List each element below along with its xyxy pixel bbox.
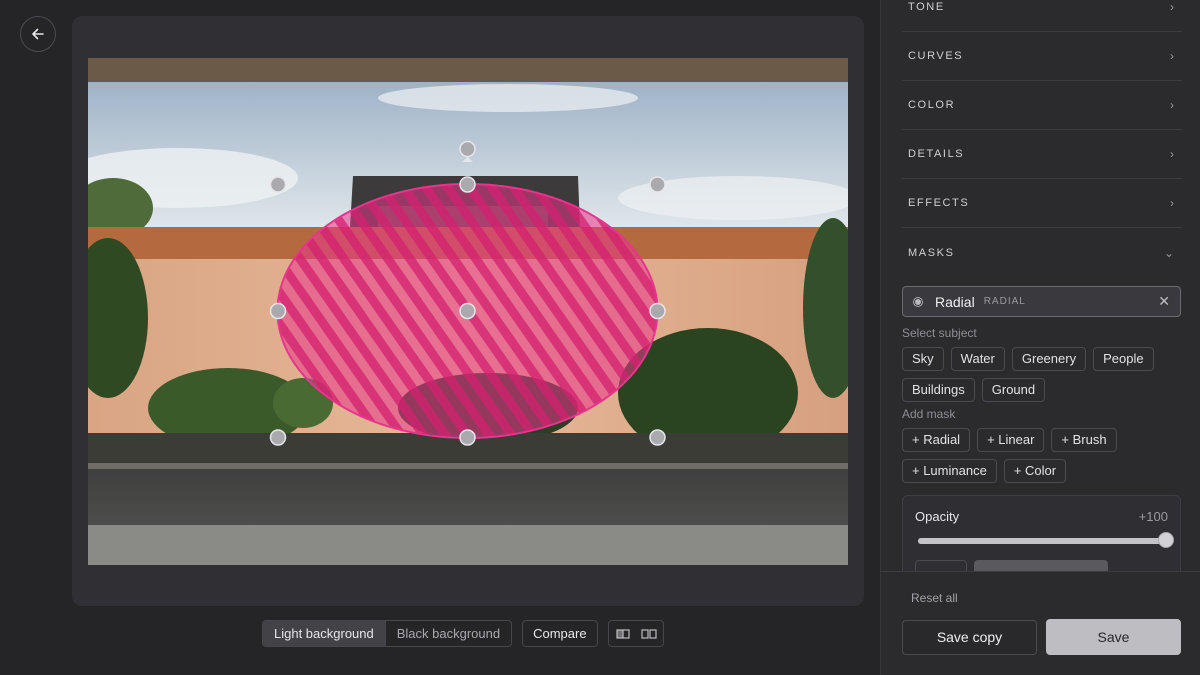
subject-water-button[interactable]: Water	[950, 347, 1005, 371]
add-radial-mask-button[interactable]: + Radial	[902, 428, 971, 452]
side-by-side-button[interactable]	[640, 626, 657, 642]
back-button[interactable]	[20, 16, 56, 52]
section-details[interactable]: DETAILS ›	[902, 130, 1182, 179]
remove-mask-close-icon[interactable]: ✕	[1158, 293, 1170, 310]
save-button[interactable]: Save	[1046, 619, 1181, 655]
split-view-button[interactable]	[615, 626, 631, 642]
opacity-slider-thumb[interactable]	[1158, 532, 1174, 548]
light-background-button[interactable]: Light background	[263, 621, 385, 646]
corner-handle-bl	[269, 429, 287, 446]
background-toggle: Light background Black background	[262, 620, 513, 647]
mask-type-badge: RADIAL	[983, 296, 1026, 307]
mask-opacity-card: Opacity +100	[902, 495, 1181, 571]
view-mode-group	[607, 620, 664, 647]
black-background-button[interactable]: Black background	[384, 621, 511, 646]
chevron-right-icon: ›	[1170, 196, 1174, 210]
compare-button[interactable]: Compare	[522, 620, 598, 647]
chevron-right-icon: ›	[1170, 49, 1174, 63]
add-mask-label: Add mask	[902, 407, 956, 421]
reset-all-button[interactable]: Reset all	[911, 591, 958, 605]
opacity-slider-fill	[918, 538, 1166, 544]
arrow-left-icon	[32, 28, 44, 40]
select-subject-label: Select subject	[902, 326, 977, 340]
opacity-value: +100	[1138, 509, 1168, 524]
chevron-right-icon: ›	[1170, 147, 1174, 161]
center-handle	[459, 302, 476, 320]
section-color-label: COLOR	[908, 99, 956, 111]
section-curves[interactable]: CURVES ›	[902, 32, 1182, 81]
split-view-icon	[615, 628, 630, 639]
add-brush-mask-button[interactable]: + Brush	[1051, 428, 1117, 452]
edge-handle-right	[649, 302, 666, 320]
mask-visibility-icon[interactable]	[913, 296, 923, 307]
section-tone-label: TONE	[908, 1, 945, 13]
panel-divider	[881, 571, 1200, 572]
section-curves-label: CURVES	[908, 50, 964, 62]
subject-buildings-button[interactable]: Buildings	[902, 378, 975, 402]
add-linear-mask-button[interactable]: + Linear	[977, 428, 1045, 452]
corner-handle-br	[649, 429, 666, 446]
section-masks-label: MASKS	[908, 246, 955, 259]
section-effects-label: EFFECTS	[908, 197, 970, 209]
opacity-label: Opacity	[915, 509, 960, 524]
mask-option-button[interactable]	[974, 560, 1108, 571]
corner-handle-tl	[269, 176, 287, 193]
mask-list-item[interactable]: Radial RADIAL ✕	[902, 286, 1181, 317]
view-toolbar: Light background Black background Compar…	[262, 620, 664, 647]
edge-handle-left	[269, 302, 287, 320]
opacity-slider-track[interactable]	[918, 538, 1166, 544]
photo-canvas[interactable]	[88, 58, 848, 565]
section-details-label: DETAILS	[908, 148, 965, 160]
chevron-right-icon: ›	[1170, 98, 1174, 112]
mask-name: Radial	[935, 293, 975, 310]
section-color[interactable]: COLOR ›	[902, 81, 1182, 130]
subject-chips-row-1: Sky Water Greenery People	[902, 347, 1154, 371]
section-masks[interactable]: MASKS ⌄	[902, 228, 1182, 277]
subject-sky-button[interactable]: Sky	[902, 347, 944, 371]
add-color-mask-button[interactable]: + Color	[1003, 459, 1067, 483]
add-mask-row-2: + Luminance + Color	[902, 459, 1067, 483]
add-mask-row-1: + Radial + Linear + Brush	[902, 428, 1117, 452]
chevron-down-icon: ⌄	[1163, 245, 1174, 260]
edge-handle-bottom	[459, 429, 476, 446]
section-tone[interactable]: TONE ›	[902, 0, 1182, 32]
adjustments-panel: TONE › CURVES › COLOR › DETAILS › EFFECT…	[880, 0, 1200, 675]
add-luminance-mask-button[interactable]: + Luminance	[902, 459, 997, 483]
mask-option-button[interactable]	[915, 560, 967, 571]
subject-greenery-button[interactable]: Greenery	[1011, 347, 1087, 371]
chevron-right-icon: ›	[1170, 0, 1174, 14]
section-effects[interactable]: EFFECTS ›	[902, 179, 1182, 228]
edge-handle-top	[459, 176, 476, 193]
subject-people-button[interactable]: People	[1093, 347, 1154, 371]
rotate-handle	[459, 140, 476, 158]
corner-handle-tr	[649, 176, 666, 193]
side-by-side-icon	[640, 628, 657, 639]
save-copy-button[interactable]: Save copy	[902, 620, 1037, 655]
subject-ground-button[interactable]: Ground	[981, 378, 1046, 402]
subject-chips-row-2: Buildings Ground	[902, 378, 1046, 402]
